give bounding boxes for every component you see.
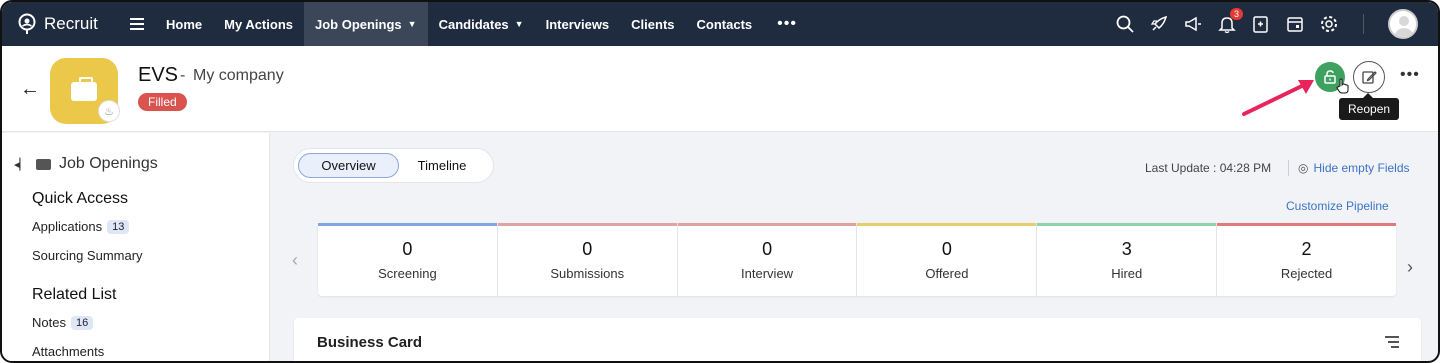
hand-cursor-icon — [1336, 78, 1349, 94]
stage-count: 0 — [402, 239, 413, 259]
brand[interactable]: Recruit — [16, 13, 120, 35]
stage-color-bar — [677, 223, 857, 226]
sidebar-item-sourcing-summary[interactable]: Sourcing Summary — [32, 248, 143, 263]
edit-icon — [1362, 71, 1377, 84]
nav-item-interviews[interactable]: Interviews — [535, 2, 621, 46]
applications-count-badge: 13 — [107, 219, 130, 234]
stage-count: 0 — [941, 239, 952, 259]
stage-label: Hired — [1111, 266, 1143, 281]
pipeline-stage-rejected[interactable]: 2 Rejected — [1217, 223, 1396, 296]
business-card-title: Business Card — [317, 334, 423, 351]
briefcase-icon — [71, 77, 97, 101]
briefcase-icon — [35, 158, 51, 170]
divider — [1288, 160, 1289, 176]
stage-label: Screening — [378, 266, 437, 281]
app-window: Recruit Home My Actions Job Openings ▼ Ca… — [0, 0, 1440, 363]
title-separator: - — [180, 67, 186, 84]
nav-icons: 3 — [1115, 2, 1418, 46]
stage-label: Interview — [741, 266, 794, 281]
nav-item-home[interactable]: Home — [155, 2, 213, 46]
tab-overview[interactable]: Overview — [298, 153, 399, 178]
chevron-down-icon: ▼ — [514, 19, 524, 29]
chevron-down-icon: ▼ — [407, 19, 417, 29]
stage-label: Offered — [925, 266, 969, 281]
chevron-left-icon[interactable]: ‹ — [292, 250, 298, 271]
stage-label: Rejected — [1280, 266, 1333, 281]
stage-color-bar — [1217, 223, 1396, 226]
last-update-text: Last Update : 04:28 PM — [1145, 161, 1272, 175]
sidebar-item-applications[interactable]: Applications 13 — [32, 219, 130, 234]
view-tabs: Overview Timeline — [293, 148, 494, 183]
annotation-arrow-icon — [1242, 80, 1314, 116]
eye-off-icon: ◎ — [1298, 161, 1309, 175]
pipeline-stage-submissions[interactable]: 0 Submissions — [497, 223, 678, 296]
nav-item-contacts[interactable]: Contacts — [686, 2, 764, 46]
sidebar-item-notes[interactable]: Notes 16 — [32, 315, 94, 330]
top-nav: Recruit Home My Actions Job Openings ▼ Ca… — [2, 2, 1438, 46]
hide-empty-fields-link[interactable]: ◎ Hide empty Fields — [1298, 161, 1410, 175]
back-arrow-icon[interactable]: ← — [20, 78, 40, 101]
record-title: EVS — [138, 64, 179, 86]
notification-badge: 3 — [1229, 8, 1243, 20]
nav-more-button[interactable]: ••• — [777, 15, 797, 33]
quick-access-heading: Quick Access — [32, 190, 129, 207]
stage-label: Submissions — [550, 266, 625, 281]
rocket-icon[interactable] — [1149, 14, 1169, 34]
pipeline-stage-offered[interactable]: 0 Offered — [857, 223, 1038, 296]
status-badge: Filled — [138, 93, 187, 111]
stage-color-bar — [857, 223, 1037, 226]
menu-icon[interactable] — [130, 18, 144, 30]
app-name: Recruit — [44, 14, 98, 33]
record-company: My company — [193, 67, 284, 84]
record-more-button[interactable]: ••• — [1400, 66, 1420, 84]
pipeline-summary: 0 Screening 0 Submissions 0 Interview 0 Offered… — [318, 223, 1396, 296]
sidebar-header: ◂▏ Job Openings — [14, 155, 158, 173]
pipeline-stage-hired[interactable]: 3 Hired — [1037, 223, 1218, 296]
pipeline-stage-screening[interactable]: 0 Screening — [318, 223, 498, 296]
sidebar-module-title: Job Openings — [58, 155, 158, 172]
customize-pipeline-link[interactable]: Customize Pipeline — [1286, 199, 1389, 213]
sidebar-item-attachments[interactable]: Attachments — [32, 344, 104, 359]
megaphone-icon[interactable] — [1183, 14, 1203, 34]
job-opening-avatar: ♨ — [50, 58, 120, 124]
business-card-section: Business Card — [294, 318, 1421, 361]
nav-item-job-openings[interactable]: Job Openings ▼ — [303, 2, 428, 46]
related-list-heading: Related List — [32, 286, 117, 303]
calendar-icon[interactable] — [1285, 14, 1305, 34]
notes-count-badge: 16 — [70, 315, 94, 330]
stage-count: 3 — [1121, 239, 1132, 259]
bell-icon[interactable]: 3 — [1217, 8, 1243, 34]
pipeline-stage-interview[interactable]: 0 Interview — [677, 223, 858, 296]
sidebar: ◂▏ Job Openings Quick Access Application… — [2, 133, 270, 361]
add-note-icon[interactable] — [1251, 14, 1271, 34]
edit-button[interactable] — [1353, 61, 1385, 93]
search-icon[interactable] — [1115, 14, 1135, 34]
stage-color-bar — [1037, 223, 1217, 226]
nav-item-clients[interactable]: Clients — [620, 2, 685, 46]
stage-count: 0 — [582, 239, 593, 259]
gear-icon[interactable] — [1319, 14, 1339, 34]
stage-count: 2 — [1301, 239, 1312, 259]
sort-menu-icon[interactable] — [1385, 336, 1399, 348]
record-header: ← ♨ EVS - My company Filled ••• Reopen — [2, 46, 1438, 132]
nav-separator — [1363, 14, 1364, 34]
recruit-logo-icon — [18, 13, 36, 34]
stage-color-bar — [318, 223, 497, 226]
chevron-right-icon[interactable]: › — [1407, 257, 1413, 278]
nav-items: Home My Actions Job Openings ▼ Candidates… — [155, 2, 797, 46]
nav-item-my-actions[interactable]: My Actions — [213, 2, 304, 46]
tab-timeline[interactable]: Timeline — [402, 153, 482, 178]
stage-count: 0 — [762, 239, 773, 259]
stage-color-bar — [497, 223, 677, 226]
nav-item-candidates[interactable]: Candidates ▼ — [428, 2, 535, 46]
avatar[interactable] — [1388, 9, 1418, 39]
collapse-sidebar-icon[interactable]: ◂▏ — [14, 158, 28, 171]
flame-icon: ♨ — [98, 100, 120, 122]
reopen-tooltip: Reopen — [1339, 93, 1400, 120]
